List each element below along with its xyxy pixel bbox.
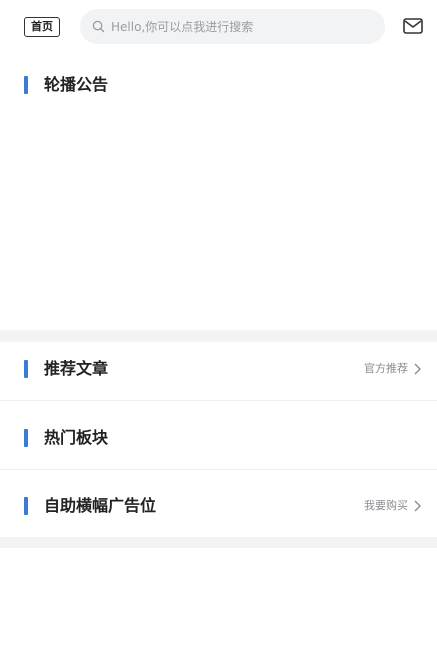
- recommended-section-header: 推荐文章 官方推荐: [0, 354, 437, 384]
- section-accent-bar: [24, 497, 28, 515]
- carousel-section-header: 轮播公告: [0, 70, 437, 100]
- mail-icon[interactable]: [403, 18, 423, 34]
- hot-title: 热门板块: [44, 428, 109, 447]
- ad-section-header: 自助横幅广告位 我要购买: [0, 491, 437, 521]
- chevron-right-icon: [414, 363, 421, 375]
- search-bar[interactable]: [80, 9, 385, 44]
- search-icon: [92, 20, 105, 33]
- official-recommend-label: 官方推荐: [364, 362, 408, 375]
- section-accent-bar: [24, 360, 28, 378]
- home-tab[interactable]: 首页: [24, 17, 60, 37]
- search-input[interactable]: [111, 19, 385, 34]
- section-accent-bar: [24, 76, 28, 94]
- chevron-right-icon: [414, 500, 421, 512]
- recommended-title: 推荐文章: [44, 359, 109, 378]
- row-divider: [0, 469, 437, 470]
- section-accent-bar: [24, 429, 28, 447]
- top-bar: 首页: [0, 0, 437, 54]
- official-recommend-link[interactable]: 官方推荐: [364, 361, 421, 377]
- carousel-title: 轮播公告: [44, 75, 109, 94]
- section-divider: [0, 330, 437, 342]
- ad-title: 自助横幅广告位: [44, 496, 157, 515]
- row-divider: [0, 400, 437, 401]
- carousel-area[interactable]: [0, 106, 437, 330]
- buy-ad-link[interactable]: 我要购买: [364, 498, 421, 514]
- buy-ad-label: 我要购买: [364, 499, 408, 512]
- section-divider: [0, 537, 437, 548]
- hot-section-header: 热门板块: [0, 423, 437, 453]
